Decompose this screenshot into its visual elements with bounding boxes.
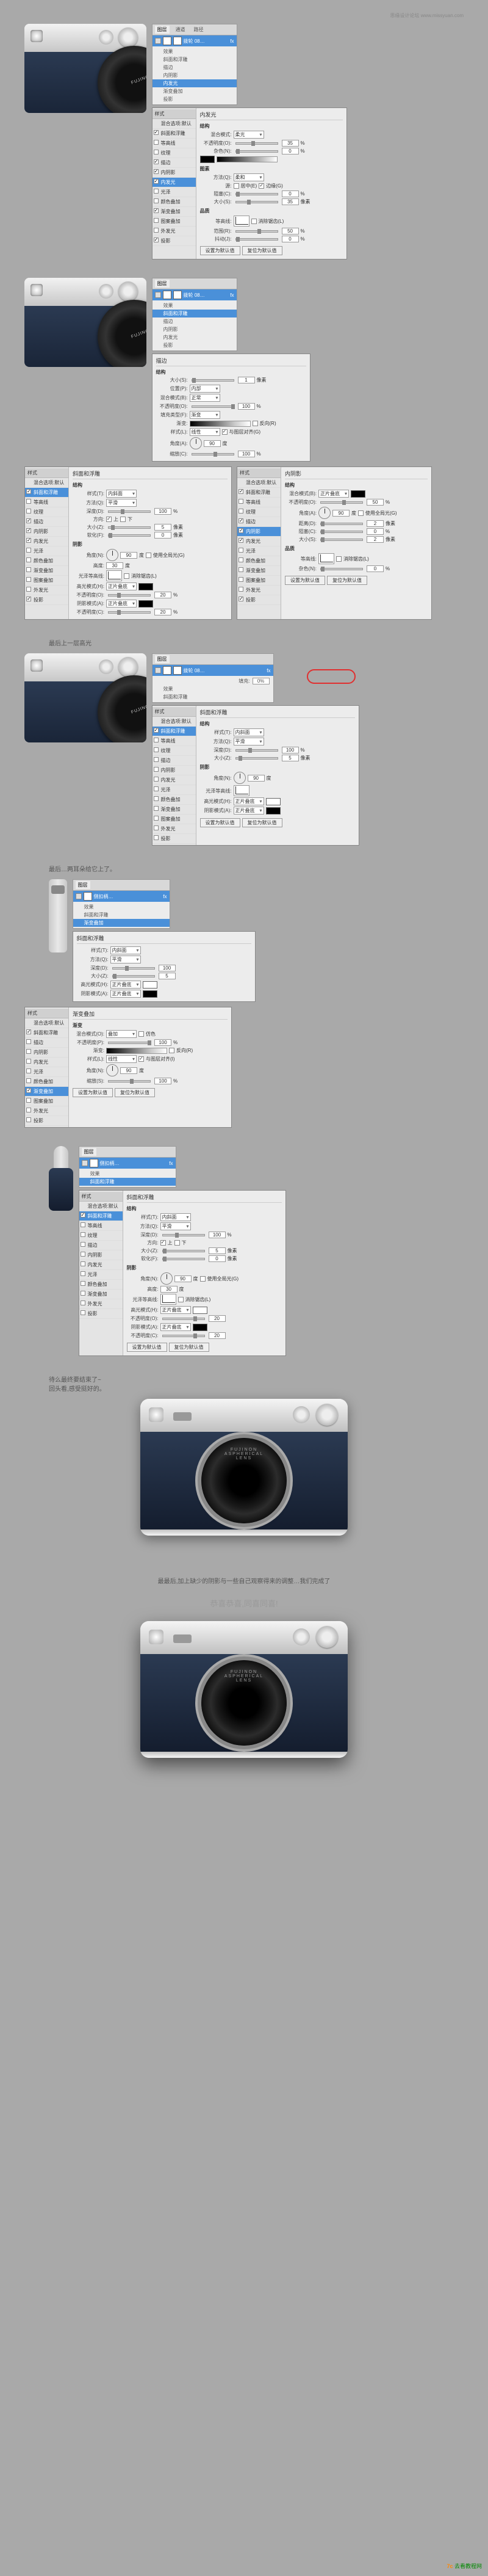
size-slider[interactable] xyxy=(235,201,278,203)
strap-preview-2 xyxy=(49,1146,73,1219)
noise-slider[interactable] xyxy=(235,150,278,153)
jitter-slider[interactable] xyxy=(235,238,278,241)
side-gradient-overlay[interactable]: 渐变叠加 xyxy=(152,207,196,217)
fx-inner-glow[interactable]: 内发光 xyxy=(152,79,237,87)
layer-thumb xyxy=(163,37,171,45)
final1-caption: 待么最终要结束了~回头看,感受挺好的。 xyxy=(24,1374,464,1393)
inner-shadow-dialog: 样式 混合选项:默认 斜面和浮雕 等高线 纹理 描边 内阴影 内发光 光泽 颜色… xyxy=(237,466,432,620)
layer-selected[interactable]: 拨轮 08… fx xyxy=(152,35,237,46)
layer-style-dialog: 样式 混合选项:默认 斜面和浮雕 等高线 纹理 描边 内阴影 内发光 光泽 颜色… xyxy=(152,107,347,259)
step4-caption: 最后…两耳朵给它上了。 xyxy=(24,864,464,873)
gradient-overlay-dialog: 样式 混合选项:默认 斜面和浮雕 描边 内阴影 内发光 光泽 颜色叠加 渐变叠加… xyxy=(24,1007,232,1128)
fx-bevel[interactable]: 斜面和浮雕 xyxy=(152,56,237,63)
fx-drop-shadow[interactable]: 投影 xyxy=(152,341,237,349)
technique-select[interactable]: 柔和 xyxy=(234,173,264,181)
final-camera-2: FUJINON ASPHERICAL LENS xyxy=(140,1621,348,1758)
opacity-input[interactable]: 35 xyxy=(282,140,299,147)
source-center-radio[interactable] xyxy=(234,183,239,189)
blend-mode-select[interactable]: 柔光 xyxy=(234,131,264,139)
visibility-icon[interactable] xyxy=(155,292,161,298)
side-inner-shadow[interactable]: 内阴影 xyxy=(152,168,196,178)
source-edge-radio[interactable] xyxy=(259,183,264,189)
inner-glow-settings: 内发光 结构 混合模式:柔光 不透明度(O):35% 杂色(N):0% 图素 方… xyxy=(196,108,346,259)
tab-channels[interactable]: 通道 xyxy=(173,26,188,34)
fx-inner-shadow[interactable]: 内阴影 xyxy=(152,71,237,79)
final-camera-1: FUJINON ASPHERICAL LENS xyxy=(140,1399,348,1536)
fx-badge[interactable]: fx xyxy=(230,38,234,44)
layer-name: 拨轮 08… xyxy=(184,38,205,45)
stroke-dialog: 描边 结构 大小(S):1像素 位置(P):内部 混合模式(B):正常 不透明度… xyxy=(152,354,310,462)
side-blend[interactable]: 混合选项:默认 xyxy=(152,119,196,129)
side-contour[interactable]: 等高线 xyxy=(152,139,196,148)
mask-thumb xyxy=(173,37,182,45)
fx-gradient[interactable]: 渐变叠加 xyxy=(152,87,237,95)
side-stroke[interactable]: 描边 xyxy=(152,158,196,168)
side-bevel[interactable]: 斜面和浮雕 xyxy=(152,129,196,139)
congrats-text: 恭喜恭喜,同喜同喜! xyxy=(24,1597,464,1609)
fx-stroke[interactable]: 描边 xyxy=(152,63,237,71)
choke-slider[interactable] xyxy=(235,193,278,195)
camera-preview-3: FUJINON A xyxy=(24,653,146,742)
camera-preview-1: FUJINON A xyxy=(24,24,146,113)
section-4: 图层 侧扣柄…fx 效果 斜面和浮雕 渐变叠加 斜面和浮雕 样式(T):内斜面 … xyxy=(24,879,464,1128)
glow-color[interactable] xyxy=(200,156,215,163)
section-5: 图层 侧扣柄…fx 效果 斜面和浮雕 样式 混合选项:默认 斜面和浮雕 等高线 … xyxy=(24,1146,464,1356)
fx-stroke[interactable]: 描边 xyxy=(152,317,237,325)
contour-picker[interactable] xyxy=(234,216,249,227)
side-outer-glow[interactable]: 外发光 xyxy=(152,227,196,236)
side-pattern-overlay[interactable]: 图案叠加 xyxy=(152,217,196,227)
strap-preview-1 xyxy=(49,879,67,952)
watermark-text: 思缘设计论坛 www.missyuan.com xyxy=(24,12,464,19)
range-input[interactable]: 50 xyxy=(282,228,299,234)
section-2: FUJINON A 图层 拨轮 08… fx 效果 斜面和浮雕 描边 内阴影 内… xyxy=(24,278,464,620)
fill-input[interactable]: 0% xyxy=(253,678,270,684)
section-1: FUJINON A 图层 通道 路径 拨轮 08… fx 效果 斜面和浮雕 描边… xyxy=(24,24,464,259)
make-default-btn[interactable]: 设置为默认值 xyxy=(200,246,240,255)
fx-inner-glow[interactable]: 内发光 xyxy=(152,333,237,341)
fx-effects[interactable]: 效果 xyxy=(152,48,237,56)
antialias-check[interactable] xyxy=(251,219,257,224)
side-texture[interactable]: 纹理 xyxy=(152,148,196,158)
layers-panel-2: 图层 拨轮 08… fx 效果 斜面和浮雕 描边 内阴影 内发光 投影 xyxy=(152,278,237,351)
bevel-dialog: 样式 混合选项:默认 斜面和浮雕 等高线 纹理 描边 内阴影 内发光 光泽 颜色… xyxy=(24,466,232,620)
jitter-input[interactable]: 0 xyxy=(282,236,299,242)
noise-input[interactable]: 0 xyxy=(282,148,299,154)
glow-gradient[interactable] xyxy=(217,156,278,162)
section-3: FUJINON A 图层 拨轮 08… fx 填充:0% 效果 斜面和浮雕 样式… xyxy=(24,653,464,846)
range-slider[interactable] xyxy=(235,230,278,233)
tab-layers[interactable]: 图层 xyxy=(155,280,170,288)
side-drop-shadow[interactable]: 投影 xyxy=(152,236,196,246)
reset-default-btn[interactable]: 复位为默认值 xyxy=(242,246,282,255)
tab-layers[interactable]: 图层 xyxy=(155,26,170,34)
highlight-circle xyxy=(307,669,356,684)
step3-caption: 最后上一层高光 xyxy=(24,638,464,647)
style-sidebar: 样式 混合选项:默认 斜面和浮雕 等高线 纹理 描边 内阴影 内发光 光泽 颜色… xyxy=(152,108,196,259)
choke-input[interactable]: 0 xyxy=(282,190,299,197)
layer-selected[interactable]: 拨轮 08… fx xyxy=(152,289,237,300)
visibility-icon[interactable] xyxy=(155,38,161,44)
fx-bevel[interactable]: 斜面和浮雕 xyxy=(152,310,237,317)
camera-preview-2: FUJINON A xyxy=(24,278,146,367)
angle-dial[interactable] xyxy=(190,437,202,449)
fx-row[interactable]: 效果 xyxy=(152,302,237,310)
fx-inner-shadow[interactable]: 内阴影 xyxy=(152,325,237,333)
side-color-overlay[interactable]: 颜色叠加 xyxy=(152,197,196,207)
side-satin[interactable]: 光泽 xyxy=(152,187,196,197)
stroke-gradient[interactable] xyxy=(190,421,251,427)
fx-drop-shadow[interactable]: 投影 xyxy=(152,95,237,103)
final2-caption: 最最后,加上缺少的阴影与一些自己观察得来的调整…我们完成了 xyxy=(24,1576,464,1585)
layers-panel: 图层 通道 路径 拨轮 08… fx 效果 斜面和浮雕 描边 内阴影 内发光 渐… xyxy=(152,24,237,105)
tab-paths[interactable]: 路径 xyxy=(192,26,206,34)
side-inner-glow[interactable]: 内发光 xyxy=(152,178,196,187)
site-watermark: 7c 去看教程网 xyxy=(447,2562,482,2570)
opacity-slider[interactable] xyxy=(235,142,278,145)
size-input[interactable]: 35 xyxy=(282,198,299,205)
